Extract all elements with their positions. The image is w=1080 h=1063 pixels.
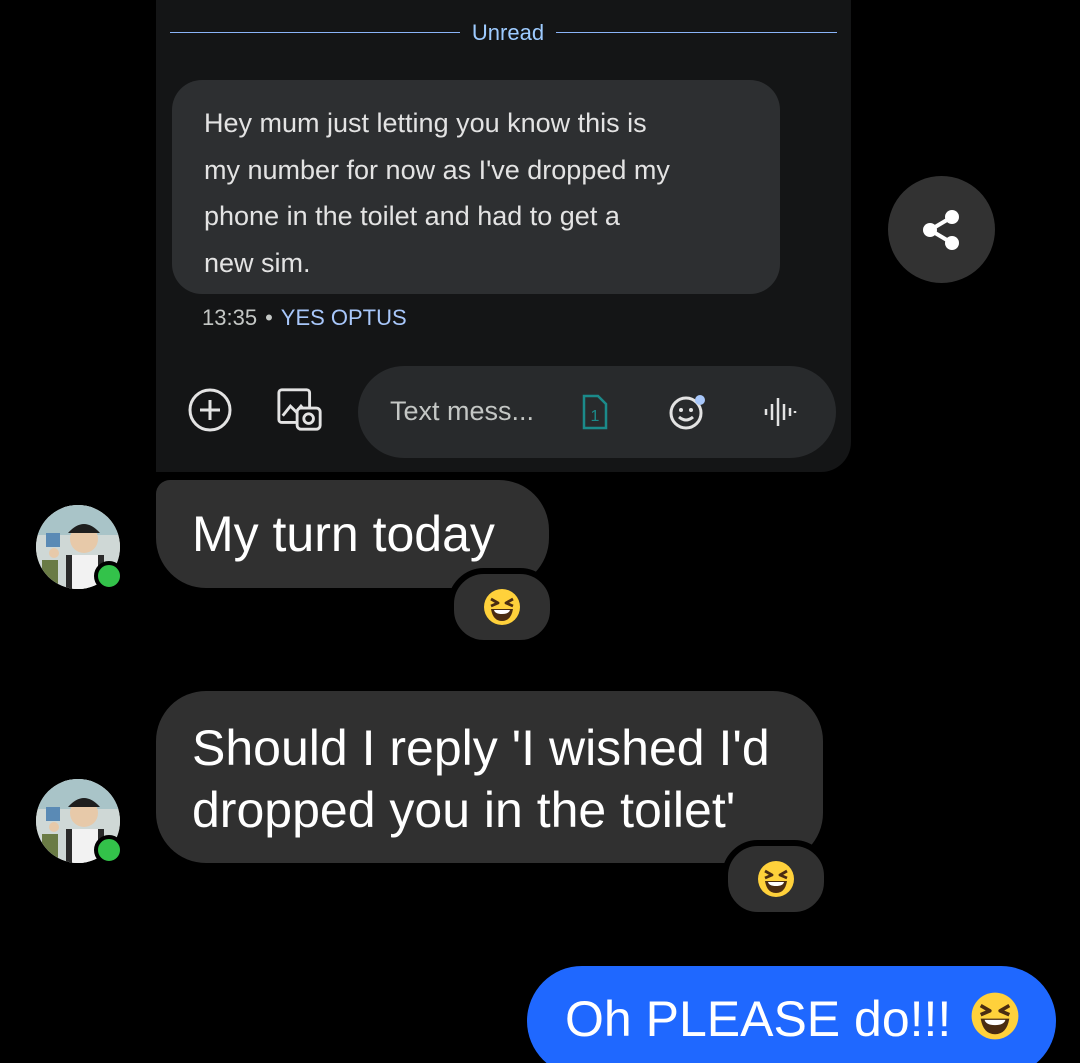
scam-message-line: new sim. — [204, 247, 311, 278]
scam-message-line: phone in the toilet and had to get a — [204, 201, 620, 231]
online-status-dot — [94, 561, 124, 591]
shared-screenshot-image[interactable]: Unread Hey mum just letting you know thi… — [156, 0, 851, 472]
online-status-dot — [94, 835, 124, 865]
gallery-icon[interactable] — [276, 386, 324, 434]
laughing-emoji-icon — [969, 990, 1021, 1053]
meta-separator: • — [265, 305, 273, 330]
message-text-line: Should I reply 'I wished I'd — [192, 720, 770, 776]
message-text-line: dropped you in the toilet' — [192, 782, 736, 838]
share-button[interactable] — [888, 176, 995, 283]
message-meta: 13:35 • YES OPTUS — [202, 305, 407, 331]
laughing-emoji-icon — [484, 589, 520, 625]
carrier-label: YES OPTUS — [280, 305, 407, 330]
laughing-emoji-icon — [758, 861, 794, 897]
incoming-message-bubble[interactable]: Should I reply 'I wished I'd dropped you… — [156, 691, 823, 863]
sim-card-icon[interactable]: 1 — [580, 394, 608, 430]
scam-message-line: my number for now as I've dropped my — [204, 154, 670, 185]
scam-message-line: Hey mum just letting you know this is — [204, 108, 647, 138]
voice-icon[interactable] — [762, 394, 798, 430]
unread-divider-line-left — [170, 32, 460, 33]
message-time: 13:35 — [202, 305, 258, 330]
chat-screen: Unread Hey mum just letting you know thi… — [0, 0, 1080, 1063]
share-icon — [922, 209, 959, 250]
unread-divider: Unread — [170, 18, 837, 46]
sim-slot-number: 1 — [591, 408, 600, 425]
emoji-icon[interactable] — [668, 392, 708, 432]
message-text: My turn today — [192, 506, 495, 562]
message-reaction[interactable] — [722, 840, 830, 918]
message-text: Oh PLEASE do!!! — [565, 991, 952, 1047]
add-icon[interactable] — [186, 386, 234, 434]
contact-avatar[interactable] — [36, 505, 124, 591]
outgoing-message-bubble[interactable]: Oh PLEASE do!!! — [527, 966, 1056, 1063]
scam-message-bubble: Hey mum just letting you know this is my… — [172, 80, 780, 294]
unread-label: Unread — [471, 20, 545, 45]
unread-divider-line-right — [556, 32, 837, 33]
text-message-input[interactable]: Text mess... 1 — [358, 366, 836, 458]
text-message-placeholder: Text mess... — [390, 396, 535, 426]
message-reaction[interactable] — [448, 568, 556, 646]
contact-avatar[interactable] — [36, 779, 124, 865]
